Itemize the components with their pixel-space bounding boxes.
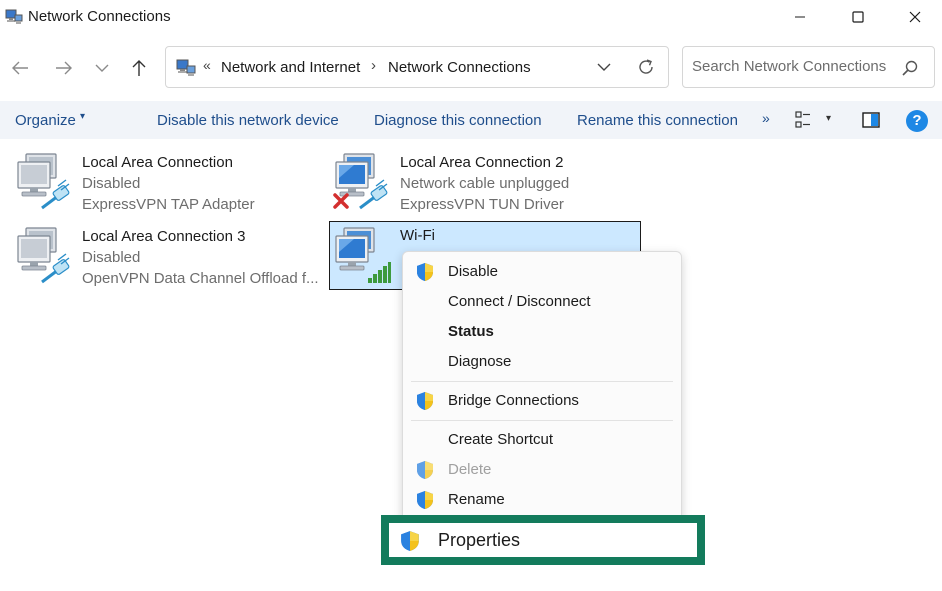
search-input[interactable] xyxy=(692,58,892,75)
maximize-icon xyxy=(852,11,864,23)
network-connections-icon xyxy=(5,9,23,24)
menu-item-bridge-connections[interactable]: Bridge Connections xyxy=(403,387,681,415)
adapter-name: Local Area Connection 3 xyxy=(82,228,246,245)
ethernet-adapter-icon xyxy=(17,153,72,210)
caret-down-icon[interactable]: ▾ xyxy=(80,111,85,122)
breadcrumb-overflow[interactable]: « xyxy=(203,57,211,73)
menu-item-create-shortcut[interactable]: Create Shortcut xyxy=(403,426,681,454)
menu-item-label: Rename xyxy=(448,491,505,508)
chevron-down-icon xyxy=(95,64,109,72)
breadcrumb-network-and-internet[interactable]: Network and Internet xyxy=(221,59,360,76)
menu-item-rename[interactable]: Rename xyxy=(403,486,681,514)
adapter-name: Local Area Connection 2 xyxy=(400,154,564,171)
arrow-right-icon xyxy=(56,61,72,75)
adapter-name: Local Area Connection xyxy=(82,154,233,171)
menu-item-label: Status xyxy=(448,323,494,340)
adapter-status: Disabled xyxy=(82,175,141,192)
search-icon[interactable] xyxy=(901,59,919,77)
menu-item-label: Delete xyxy=(448,461,492,478)
command-bar: Organize ▾ Disable this network device D… xyxy=(0,101,942,139)
uac-shield-icon xyxy=(417,491,433,509)
refresh-icon[interactable] xyxy=(636,57,656,77)
address-bar[interactable]: « Network and Internet › Network Connect… xyxy=(165,46,669,88)
organize-button[interactable]: Organize xyxy=(15,112,76,129)
menu-item-label: Create Shortcut xyxy=(448,431,554,448)
view-options-icon[interactable] xyxy=(795,111,811,129)
adapter-status: Network cable unplugged xyxy=(400,175,570,192)
menu-separator xyxy=(411,381,673,382)
uac-shield-icon xyxy=(401,531,419,551)
close-button[interactable] xyxy=(886,0,942,34)
menu-item-label: Properties xyxy=(438,530,521,550)
uac-shield-icon xyxy=(417,461,433,479)
menu-item-disable[interactable]: Disable xyxy=(403,258,681,286)
adapter-local-area-connection-3[interactable]: Local Area Connection 3 Disabled OpenVPN… xyxy=(14,226,326,296)
adapter-device: ExpressVPN TUN Driver xyxy=(400,196,564,213)
adapter-status: Disabled xyxy=(82,249,141,266)
menu-item-connect-disconnect[interactable]: Connect / Disconnect xyxy=(403,288,681,316)
diagnose-connection-button[interactable]: Diagnose this connection xyxy=(374,112,542,129)
arrow-up-icon xyxy=(132,60,146,76)
menu-separator xyxy=(411,420,673,421)
more-commands-button[interactable]: » xyxy=(762,110,770,126)
ethernet-adapter-icon xyxy=(17,227,72,284)
up-button[interactable] xyxy=(125,54,153,82)
title-bar: Network Connections xyxy=(0,0,942,36)
minimize-button[interactable] xyxy=(771,0,829,34)
adapter-local-area-connection[interactable]: Local Area Connection Disabled ExpressVP… xyxy=(14,152,326,222)
maximize-button[interactable] xyxy=(829,0,887,34)
menu-item-delete: Delete xyxy=(403,456,681,484)
chevron-down-icon[interactable] xyxy=(594,57,614,77)
uac-shield-icon xyxy=(417,392,433,410)
disable-device-button[interactable]: Disable this network device xyxy=(157,112,339,129)
menu-item-properties[interactable]: Properties xyxy=(389,523,697,557)
adapter-device: OpenVPN Data Channel Offload f... xyxy=(82,270,319,287)
menu-item-diagnose[interactable]: Diagnose xyxy=(403,348,681,376)
arrow-left-icon xyxy=(12,61,28,75)
breadcrumb-separator[interactable]: › xyxy=(371,57,376,74)
help-icon[interactable]: ? xyxy=(906,110,928,132)
menu-item-label: Disable xyxy=(448,263,499,280)
menu-item-label: Bridge Connections xyxy=(448,392,579,409)
caret-down-icon[interactable]: ▾ xyxy=(826,113,831,124)
breadcrumb-network-connections[interactable]: Network Connections xyxy=(388,59,531,76)
ethernet-adapter-error-icon xyxy=(333,153,390,210)
back-button[interactable] xyxy=(6,54,34,82)
menu-item-status[interactable]: Status xyxy=(403,318,681,346)
preview-pane-icon[interactable] xyxy=(862,112,880,128)
context-menu: Disable Connect / Disconnect Status Diag… xyxy=(402,251,682,523)
window-title: Network Connections xyxy=(28,8,171,25)
rename-connection-button[interactable]: Rename this connection xyxy=(577,112,738,129)
search-box[interactable] xyxy=(682,46,935,88)
adapter-name: Wi-Fi xyxy=(400,227,435,244)
menu-item-label: Diagnose xyxy=(448,353,512,370)
wifi-adapter-icon xyxy=(335,227,391,283)
adapter-local-area-connection-2[interactable]: Local Area Connection 2 Network cable un… xyxy=(332,152,644,222)
network-connections-icon xyxy=(176,59,196,76)
uac-shield-icon xyxy=(417,263,433,281)
forward-button[interactable] xyxy=(50,54,78,82)
close-icon xyxy=(909,11,921,23)
highlight-frame: Properties xyxy=(381,515,705,565)
adapter-device: ExpressVPN TAP Adapter xyxy=(82,196,255,213)
minimize-icon xyxy=(795,16,805,18)
recent-locations-button[interactable] xyxy=(88,54,116,82)
menu-item-label: Connect / Disconnect xyxy=(448,293,591,310)
